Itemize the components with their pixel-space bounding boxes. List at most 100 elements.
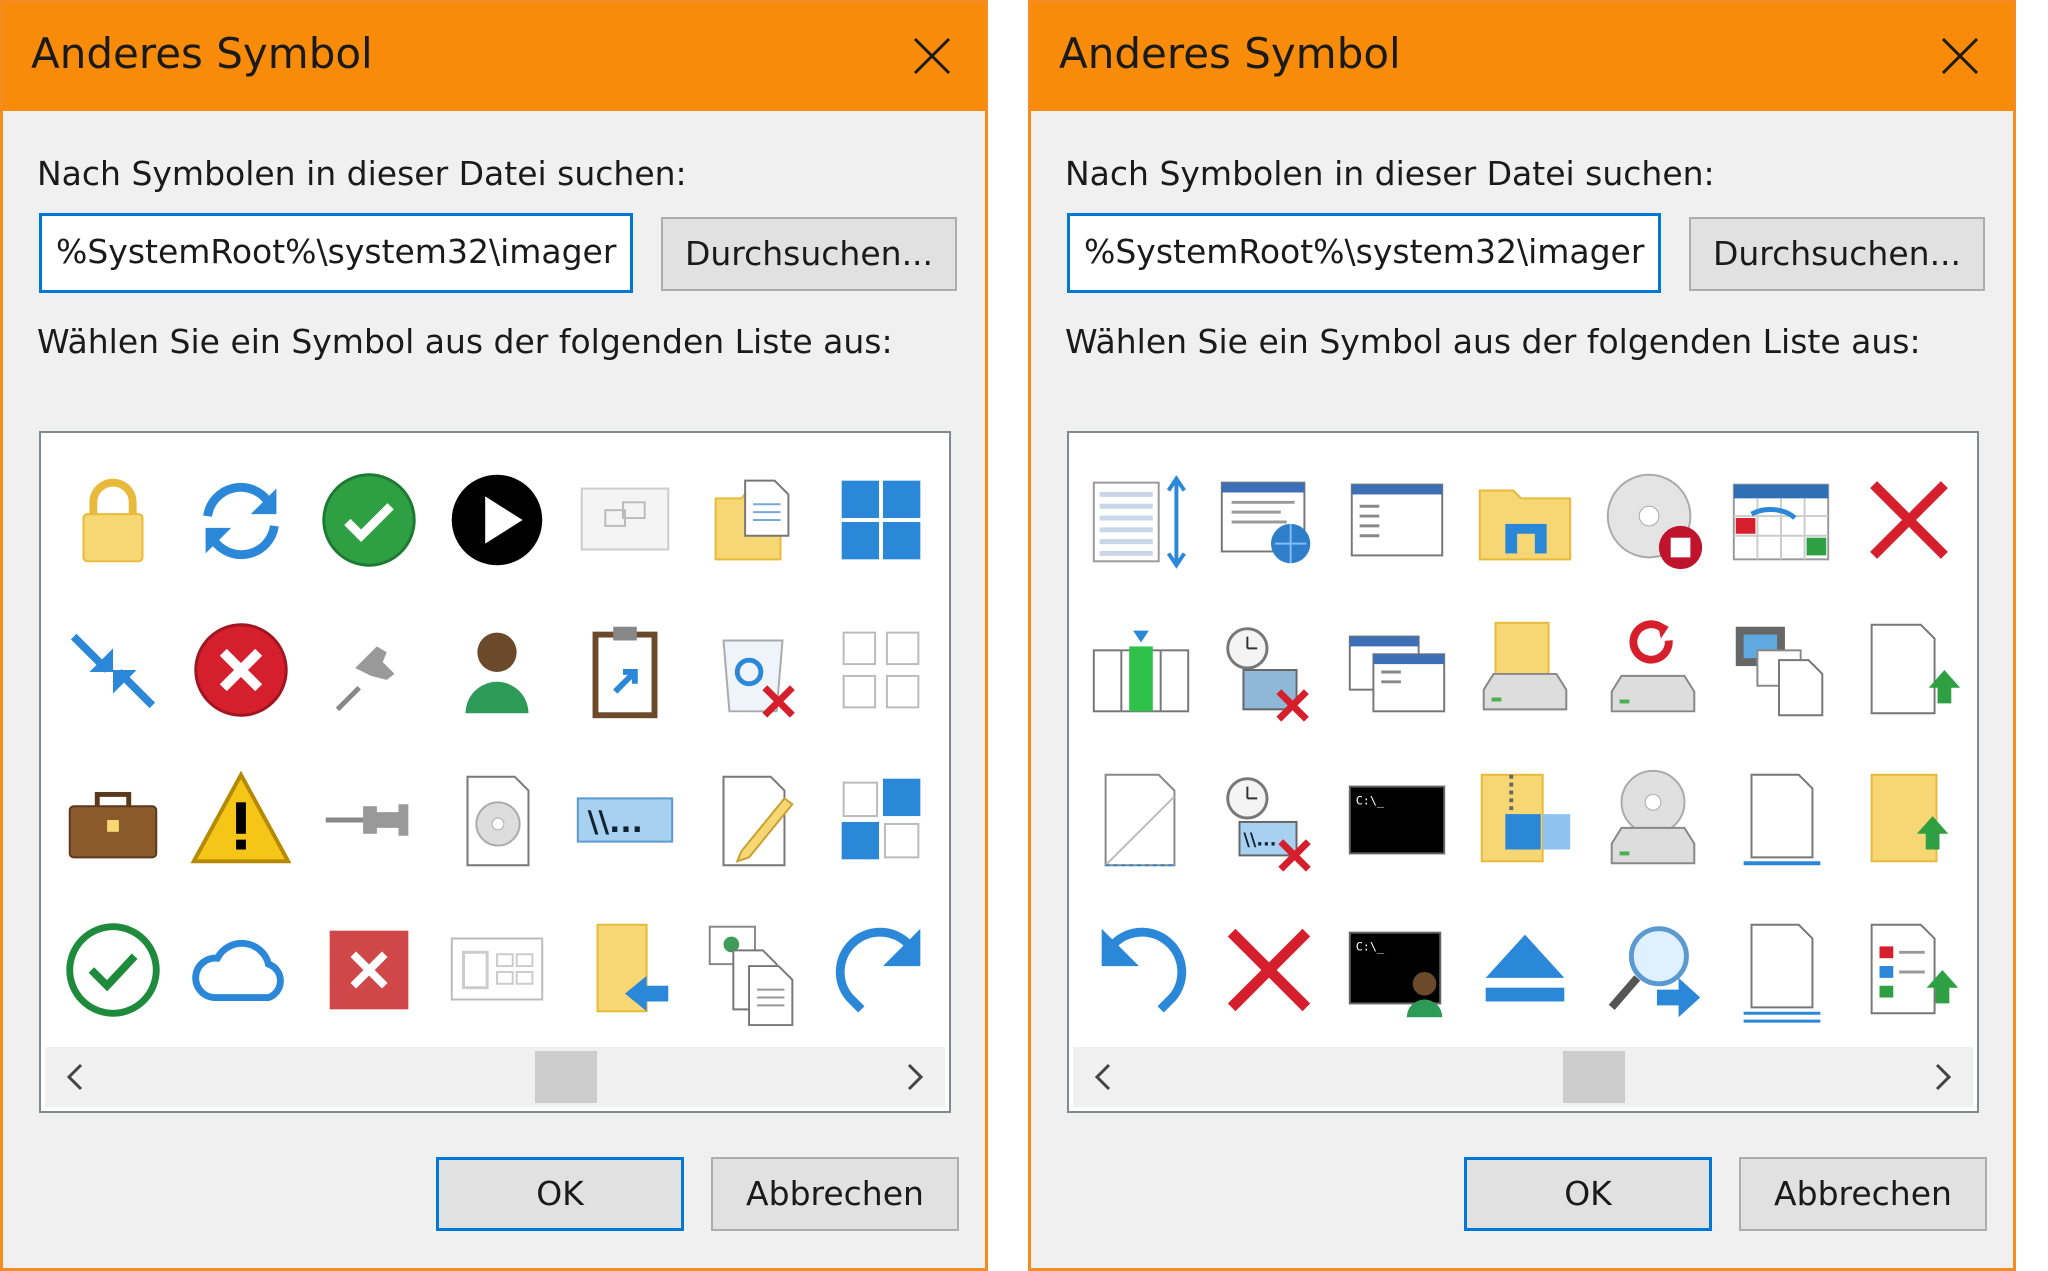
icon-cell[interactable] — [1077, 445, 1205, 595]
calendar-move-icon — [1732, 483, 1830, 561]
path-input[interactable]: %SystemRoot%\system32\imager — [39, 213, 633, 293]
icon-cell[interactable] — [689, 745, 817, 895]
scroll-left-icon[interactable] — [1083, 1055, 1123, 1099]
drive-refresh-icon — [1610, 620, 1696, 713]
icon-cell[interactable] — [1717, 445, 1845, 595]
dialog-right: Anderes Symbol Nach Symbolen in dieser D… — [1028, 0, 2016, 1271]
icon-cell[interactable] — [433, 745, 561, 895]
icon-cell[interactable] — [1845, 895, 1973, 1045]
icon-cell[interactable] — [817, 895, 945, 1045]
icon-cell[interactable] — [177, 445, 305, 595]
icon-cell[interactable]: C:\_ — [1333, 745, 1461, 895]
icon-cell[interactable] — [433, 895, 561, 1045]
red-x-large-icon — [1227, 928, 1311, 1012]
icon-cell[interactable] — [305, 595, 433, 745]
icon-cell[interactable] — [689, 895, 817, 1045]
path-input[interactable]: %SystemRoot%\system32\imager — [1067, 213, 1661, 293]
icon-grid: \\... C:\_ C:\_ — [1077, 445, 1973, 1045]
icon-list[interactable]: \\... — [39, 431, 951, 1113]
padlock-icon — [82, 478, 144, 563]
warning-triangle-icon — [190, 770, 292, 864]
horizontal-scrollbar[interactable] — [45, 1047, 945, 1107]
horizontal-scrollbar[interactable] — [1073, 1047, 1973, 1107]
red-error-icon — [194, 623, 288, 717]
icon-cell[interactable] — [305, 745, 433, 895]
icon-cell[interactable] — [49, 595, 177, 745]
close-icon[interactable] — [907, 31, 957, 81]
icon-cell[interactable] — [689, 595, 817, 745]
film-photo-icon — [1735, 626, 1824, 717]
icon-cell[interactable] — [817, 595, 945, 745]
scroll-right-icon[interactable] — [895, 1055, 935, 1099]
search-label: Nach Symbolen in dieser Datei suchen: — [37, 154, 687, 193]
scroll-left-icon[interactable] — [55, 1055, 95, 1099]
icon-cell[interactable] — [1077, 745, 1205, 895]
icon-cell[interactable] — [1845, 745, 1973, 895]
scrollbar-thumb[interactable] — [535, 1051, 597, 1103]
scroll-right-icon[interactable] — [1923, 1055, 1963, 1099]
icon-cell[interactable] — [1461, 595, 1589, 745]
zip-folder-icon — [1480, 773, 1571, 863]
svg-text:\\...: \\... — [588, 805, 643, 839]
title-bar[interactable]: Anderes Symbol — [3, 3, 985, 111]
icon-list[interactable]: \\... C:\_ C:\_ — [1067, 431, 1979, 1113]
icon-cell[interactable] — [1205, 445, 1333, 595]
scrollbar-thumb[interactable] — [1563, 1051, 1625, 1103]
search-arrow-icon — [1608, 926, 1701, 1018]
icon-cell[interactable] — [305, 895, 433, 1045]
cancel-button[interactable]: Abbrechen — [1739, 1157, 1987, 1231]
icon-cell[interactable] — [1717, 895, 1845, 1045]
icon-cell[interactable] — [49, 745, 177, 895]
icon-cell[interactable] — [1717, 745, 1845, 895]
icon-cell[interactable] — [1589, 745, 1717, 895]
briefcase-icon — [68, 791, 158, 859]
sync-arrows-icon — [203, 482, 279, 560]
ok-button[interactable]: OK — [436, 1157, 684, 1231]
icon-cell[interactable] — [1589, 595, 1717, 745]
folder-documents-icon — [714, 479, 790, 561]
icon-cell[interactable] — [1333, 445, 1461, 595]
icon-cell[interactable] — [1205, 895, 1333, 1045]
icon-cell[interactable] — [1461, 445, 1589, 595]
icon-cell[interactable] — [1589, 445, 1717, 595]
disc-stop-icon — [1606, 473, 1703, 570]
icon-cell[interactable] — [1077, 895, 1205, 1045]
icon-cell[interactable] — [433, 595, 561, 745]
icon-cell[interactable] — [1589, 895, 1717, 1045]
icon-cell[interactable] — [177, 595, 305, 745]
browse-button[interactable]: Durchsuchen... — [1689, 217, 1985, 291]
icon-cell[interactable] — [433, 445, 561, 595]
icon-cell[interactable] — [1845, 595, 1973, 745]
icon-cell[interactable]: C:\_ — [1333, 895, 1461, 1045]
icon-cell[interactable] — [689, 445, 817, 595]
icon-cell[interactable] — [561, 595, 689, 745]
icon-cell[interactable] — [561, 445, 689, 595]
icon-cell[interactable] — [1461, 745, 1589, 895]
icon-cell[interactable] — [1845, 445, 1973, 595]
icon-cell[interactable] — [1205, 595, 1333, 745]
icon-cell[interactable] — [817, 745, 945, 895]
icon-cell[interactable] — [1461, 895, 1589, 1045]
svg-text:C:\_: C:\_ — [1356, 793, 1385, 807]
ok-button[interactable]: OK — [1464, 1157, 1712, 1231]
icon-cell[interactable] — [305, 445, 433, 595]
icon-cell[interactable] — [177, 745, 305, 895]
browse-button[interactable]: Durchsuchen... — [661, 217, 957, 291]
close-icon[interactable] — [1935, 31, 1985, 81]
title-bar[interactable]: Anderes Symbol — [1031, 3, 2013, 111]
icon-cell[interactable] — [49, 445, 177, 595]
icon-cell[interactable] — [177, 895, 305, 1045]
cancel-button[interactable]: Abbrechen — [711, 1157, 959, 1231]
icon-cell[interactable]: \\... — [1205, 745, 1333, 895]
icon-cell[interactable] — [1717, 595, 1845, 745]
icon-cell[interactable] — [561, 895, 689, 1045]
icon-cell[interactable] — [49, 895, 177, 1045]
play-circle-icon — [451, 474, 543, 566]
list-upload-icon — [1870, 923, 1959, 1015]
document-lines-icon — [1743, 923, 1821, 1023]
icon-cell[interactable] — [817, 445, 945, 595]
icon-cell[interactable] — [1333, 595, 1461, 745]
icon-cell[interactable] — [1077, 595, 1205, 745]
cloud-icon — [192, 939, 284, 1001]
icon-cell[interactable]: \\... — [561, 745, 689, 895]
